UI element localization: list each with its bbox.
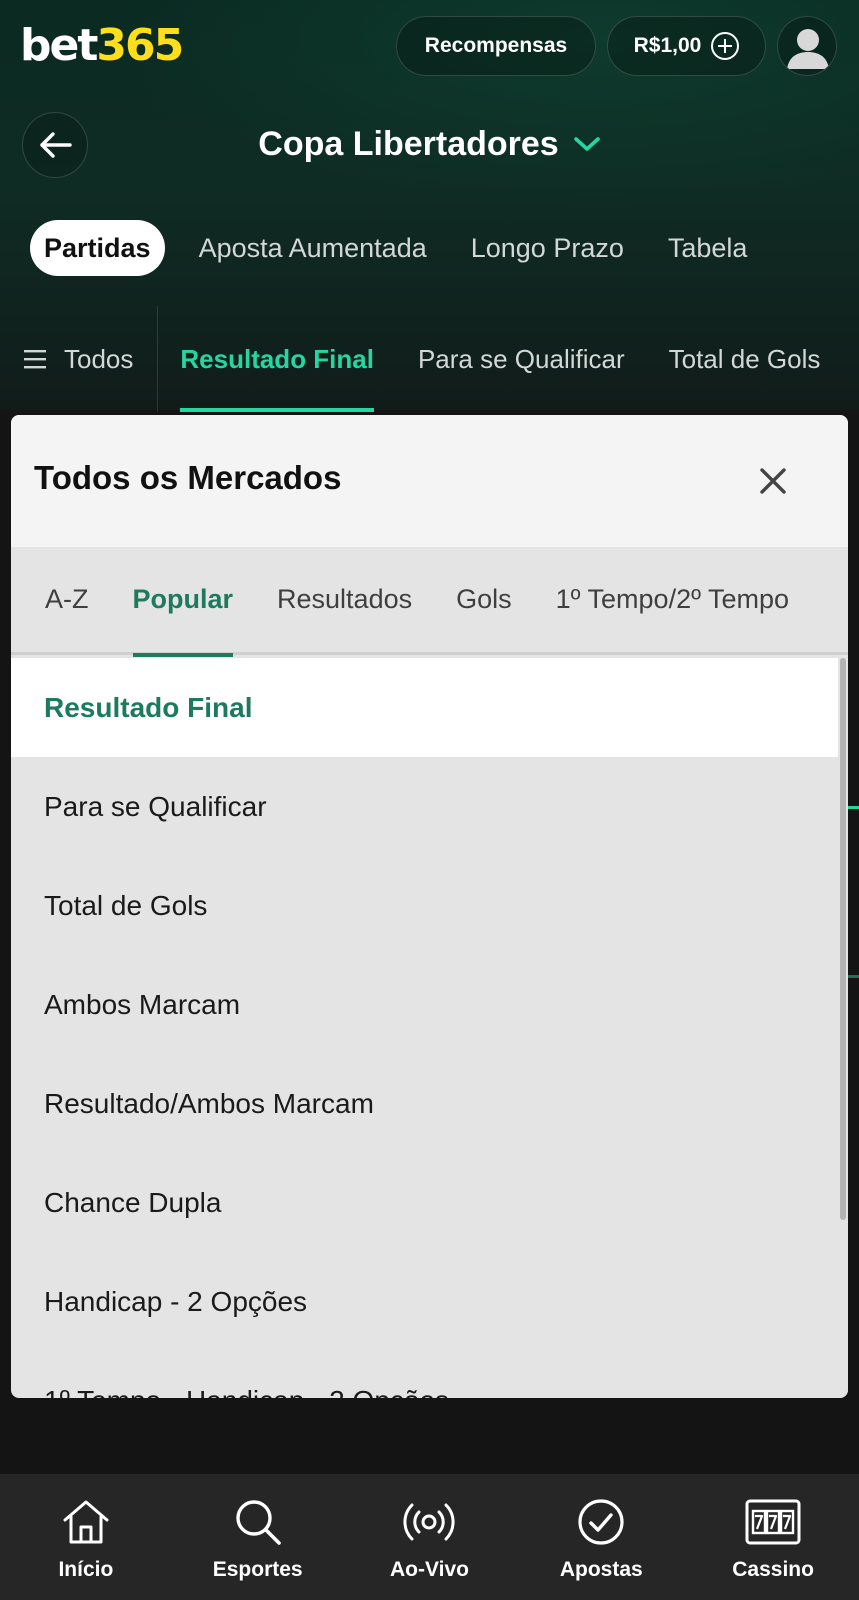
- market-item[interactable]: Total de Gols: [11, 856, 838, 955]
- tab-aposta-aumentada[interactable]: Aposta Aumentada: [177, 220, 449, 276]
- account-avatar-button[interactable]: [777, 16, 837, 76]
- tab-longo-prazo[interactable]: Longo Prazo: [449, 220, 646, 276]
- balance-value: R$1,00: [633, 34, 702, 57]
- nav-label: Início: [58, 1558, 114, 1581]
- nav-ao-vivo[interactable]: Ao-Vivo: [344, 1474, 516, 1600]
- all-markets-label: Todos: [64, 343, 134, 374]
- background-divider: [848, 806, 859, 809]
- nav-label: Ao-Vivo: [390, 1558, 469, 1581]
- balance-button[interactable]: R$1,00: [607, 16, 766, 76]
- add-funds-icon: [711, 32, 740, 60]
- market-list-scrollbar[interactable]: [838, 658, 848, 1398]
- search-icon: [235, 1500, 281, 1545]
- category-tab-tempos[interactable]: 1º Tempo/2º Tempo: [534, 546, 811, 654]
- market-tab-resultado-final[interactable]: Resultado Final: [158, 306, 396, 412]
- bet365-logo[interactable]: bet365: [20, 20, 184, 72]
- check-circle-icon: [578, 1499, 624, 1545]
- competition-subtabs: Partidas Aposta Aumentada Longo Prazo Ta…: [30, 220, 769, 276]
- market-item[interactable]: Ambos Marcam: [11, 955, 838, 1054]
- slot-machine-icon: [745, 1499, 801, 1545]
- tab-partidas[interactable]: Partidas: [30, 220, 165, 276]
- menu-icon: [24, 350, 46, 369]
- background-divider: [848, 975, 859, 978]
- all-markets-tab[interactable]: Todos: [0, 306, 159, 412]
- market-category-tabs: A-Z Popular Resultados Gols 1º Tempo/2º …: [11, 546, 848, 657]
- market-item[interactable]: Para se Qualificar: [11, 757, 838, 856]
- category-tab-resultados[interactable]: Resultados: [255, 546, 434, 654]
- bottom-navigation: Início Esportes Ao-Vivo Apostas Cassino: [0, 1474, 859, 1600]
- category-tab-a-z[interactable]: A-Z: [11, 546, 111, 654]
- market-tabs: Todos Resultado Final Para se Qualificar…: [0, 306, 859, 412]
- nav-label: Esportes: [212, 1558, 303, 1581]
- nav-cassino[interactable]: Cassino: [687, 1474, 859, 1600]
- rewards-button[interactable]: Recompensas: [396, 16, 596, 76]
- market-tab-para-se-qualificar[interactable]: Para se Qualificar: [396, 306, 647, 412]
- market-item[interactable]: Resultado/Ambos Marcam: [11, 1054, 838, 1153]
- close-button[interactable]: [751, 459, 795, 503]
- rewards-label: Recompensas: [424, 34, 568, 57]
- scrollbar-thumb[interactable]: [840, 658, 846, 1220]
- tab-tabela[interactable]: Tabela: [646, 220, 770, 276]
- close-icon: [760, 468, 786, 494]
- logo-text-bet: bet: [20, 20, 98, 71]
- live-broadcast-icon: [403, 1503, 456, 1541]
- nav-inicio[interactable]: Início: [0, 1474, 172, 1600]
- nav-label: Cassino: [732, 1558, 814, 1581]
- market-item[interactable]: Chance Dupla: [11, 1153, 838, 1252]
- modal-header: Todos os Mercados: [11, 415, 848, 547]
- logo-text-365: 365: [96, 20, 184, 71]
- market-tab-total-de-gols[interactable]: Total de Gols: [647, 306, 843, 412]
- category-tab-popular[interactable]: Popular: [111, 546, 256, 657]
- competition-selector[interactable]: Copa Libertadores: [0, 118, 859, 170]
- market-item[interactable]: 1º Tempo - Handicap - 2 Opções: [11, 1351, 838, 1399]
- category-tab-gols[interactable]: Gols: [434, 546, 534, 654]
- nav-esportes[interactable]: Esportes: [172, 1474, 344, 1600]
- home-icon: [63, 1500, 109, 1544]
- market-item[interactable]: Handicap - 2 Opções: [11, 1252, 838, 1351]
- all-markets-modal: Todos os Mercados A-Z Popular Resultados…: [11, 415, 848, 1398]
- chevron-down-icon: [573, 137, 600, 151]
- nav-label: Apostas: [559, 1558, 643, 1581]
- market-list: Resultado Final Para se Qualificar Total…: [11, 658, 838, 1398]
- page: bet365 Recompensas R$1,00 Copa Libertado…: [0, 0, 859, 1600]
- nav-apostas[interactable]: Apostas: [515, 1474, 687, 1600]
- competition-title: Copa Libertadores: [258, 124, 559, 163]
- modal-title: Todos os Mercados: [34, 459, 342, 496]
- market-item[interactable]: Resultado Final: [11, 658, 838, 757]
- user-icon: [787, 29, 829, 69]
